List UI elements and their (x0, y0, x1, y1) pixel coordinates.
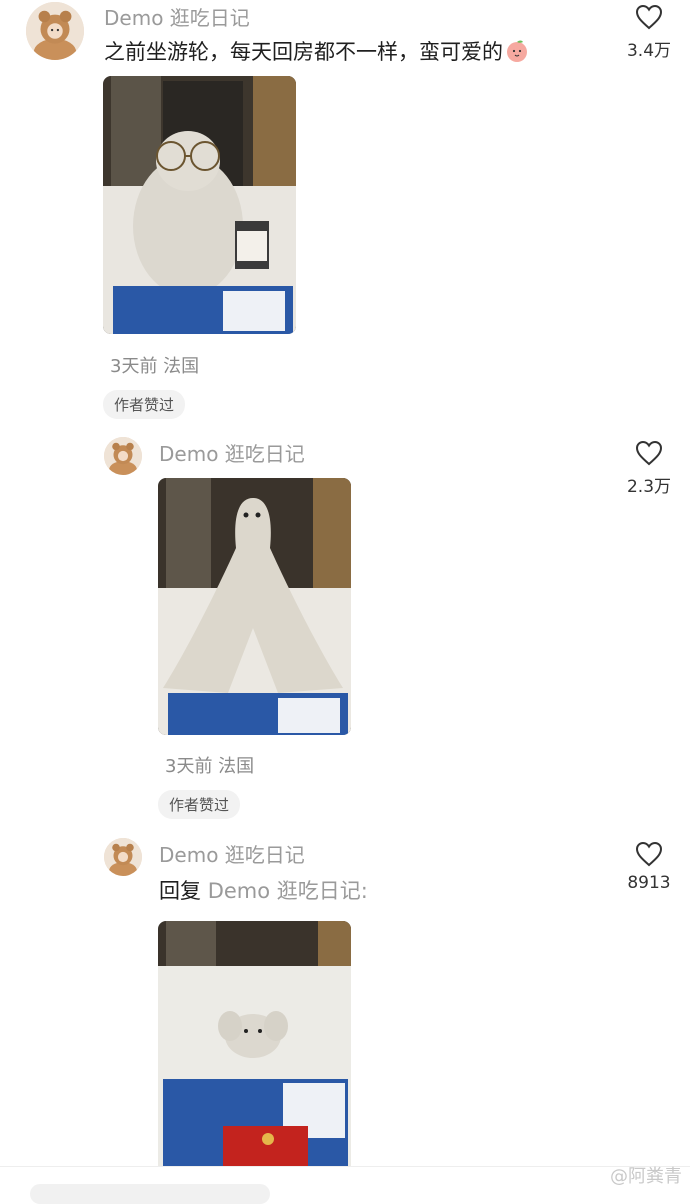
towel-seal-image (158, 478, 351, 735)
avatar[interactable] (104, 437, 142, 475)
reply-text: 回复 Demo 逛吃日记: (159, 875, 368, 905)
like-count: 2.3万 (626, 477, 672, 497)
like-button[interactable]: 8913 (614, 841, 684, 893)
author-liked-badge: 作者赞过 (103, 390, 186, 419)
avatar-image (104, 437, 142, 475)
avatar[interactable] (104, 838, 142, 876)
watermark: @阿粪青 (610, 1166, 682, 1187)
comment-time-location: 3天前 法国 (110, 356, 200, 377)
avatar-image (104, 838, 142, 876)
like-count: 8913 (627, 873, 671, 893)
comment-text-content: 之前坐游轮，每天回房都不一样，蛮可爱的 (104, 40, 503, 64)
like-button[interactable]: 3.4万 (614, 4, 684, 61)
comment-username[interactable]: Demo 逛吃日记 (104, 2, 250, 31)
comment-photo[interactable] (158, 921, 351, 1166)
comment-photo[interactable] (158, 478, 351, 735)
comment-text: 之前坐游轮，每天回房都不一样，蛮可爱的 (104, 36, 529, 66)
reply-target-username[interactable]: Demo 逛吃日记: (208, 879, 368, 903)
heart-outline-icon (635, 4, 663, 30)
reply-label: 回复 (159, 879, 208, 903)
like-count: 3.4万 (626, 41, 672, 61)
author-liked-badge: 作者赞过 (158, 790, 241, 819)
towel-dog-with-glasses-image (103, 76, 296, 334)
like-button[interactable]: 2.3万 (614, 440, 684, 497)
avatar-image (26, 2, 84, 60)
comment-username[interactable]: Demo 逛吃日记 (159, 839, 305, 868)
comment-input-placeholder[interactable] (30, 1184, 270, 1204)
comment-time-location: 3天前 法国 (165, 756, 255, 777)
peach-face-emoji (507, 40, 527, 62)
heart-outline-icon (635, 440, 663, 466)
divider (0, 1166, 690, 1167)
avatar[interactable] (26, 2, 84, 60)
comment-photo[interactable] (103, 76, 296, 334)
heart-outline-icon (635, 841, 663, 867)
comment-username[interactable]: Demo 逛吃日记 (159, 438, 305, 467)
towel-elephant-image (158, 921, 351, 1166)
